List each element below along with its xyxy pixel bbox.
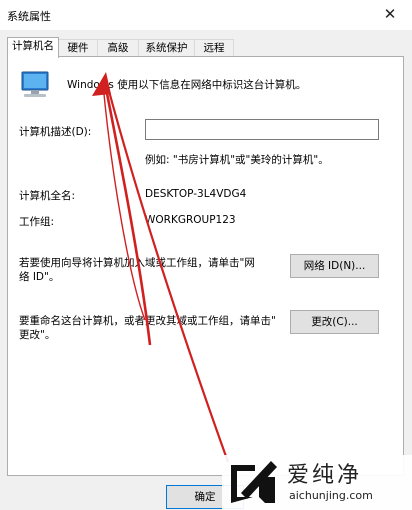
title-bar: 系统属性 ✕ xyxy=(0,0,412,30)
description-example: 例如: "书房计算机"或"美玲的计算机"。 xyxy=(145,154,329,166)
watermark-url: aichunjing.com xyxy=(289,489,373,502)
network-id-text-2: 络 ID"。 xyxy=(19,271,60,283)
workgroup-value: WORKGROUP123 xyxy=(145,214,236,226)
network-id-text-1: 若要使用向导将计算机加入域或工作组，请单击"网 xyxy=(19,257,255,269)
computer-icon xyxy=(21,71,49,97)
tab-remote[interactable]: 远程 xyxy=(194,39,234,56)
close-icon[interactable]: ✕ xyxy=(376,3,404,25)
workgroup-label: 工作组: xyxy=(19,216,55,228)
rename-text-2: 更改"。 xyxy=(19,329,56,341)
network-id-button[interactable]: 网络 ID(N)... xyxy=(290,254,379,278)
tab-strip: 计算机名 硬件 高级 系统保护 远程 xyxy=(0,37,412,58)
tab-advanced[interactable]: 高级 xyxy=(97,39,139,56)
tab-computer-name[interactable]: 计算机名 xyxy=(7,37,59,58)
intro-text: Windows 使用以下信息在网络中标识这台计算机。 xyxy=(67,79,307,91)
tab-hardware[interactable]: 硬件 xyxy=(58,39,98,56)
rename-text-1: 要重命名这台计算机，或者更改其域或工作组，请单击" xyxy=(19,315,276,327)
tab-system-protection[interactable]: 系统保护 xyxy=(138,39,195,56)
watermark-brand: 爱纯净 xyxy=(287,463,363,488)
full-name-value: DESKTOP-3L4VDG4 xyxy=(145,188,247,200)
watermark-logo-icon xyxy=(231,461,277,503)
change-button[interactable]: 更改(C)... xyxy=(290,310,379,334)
description-label: 计算机描述(D): xyxy=(19,126,92,138)
watermark: 爱纯净 aichunjing.com xyxy=(222,455,412,510)
full-name-label: 计算机全名: xyxy=(19,190,76,202)
description-input[interactable] xyxy=(145,119,379,140)
window-title: 系统属性 xyxy=(7,10,51,23)
